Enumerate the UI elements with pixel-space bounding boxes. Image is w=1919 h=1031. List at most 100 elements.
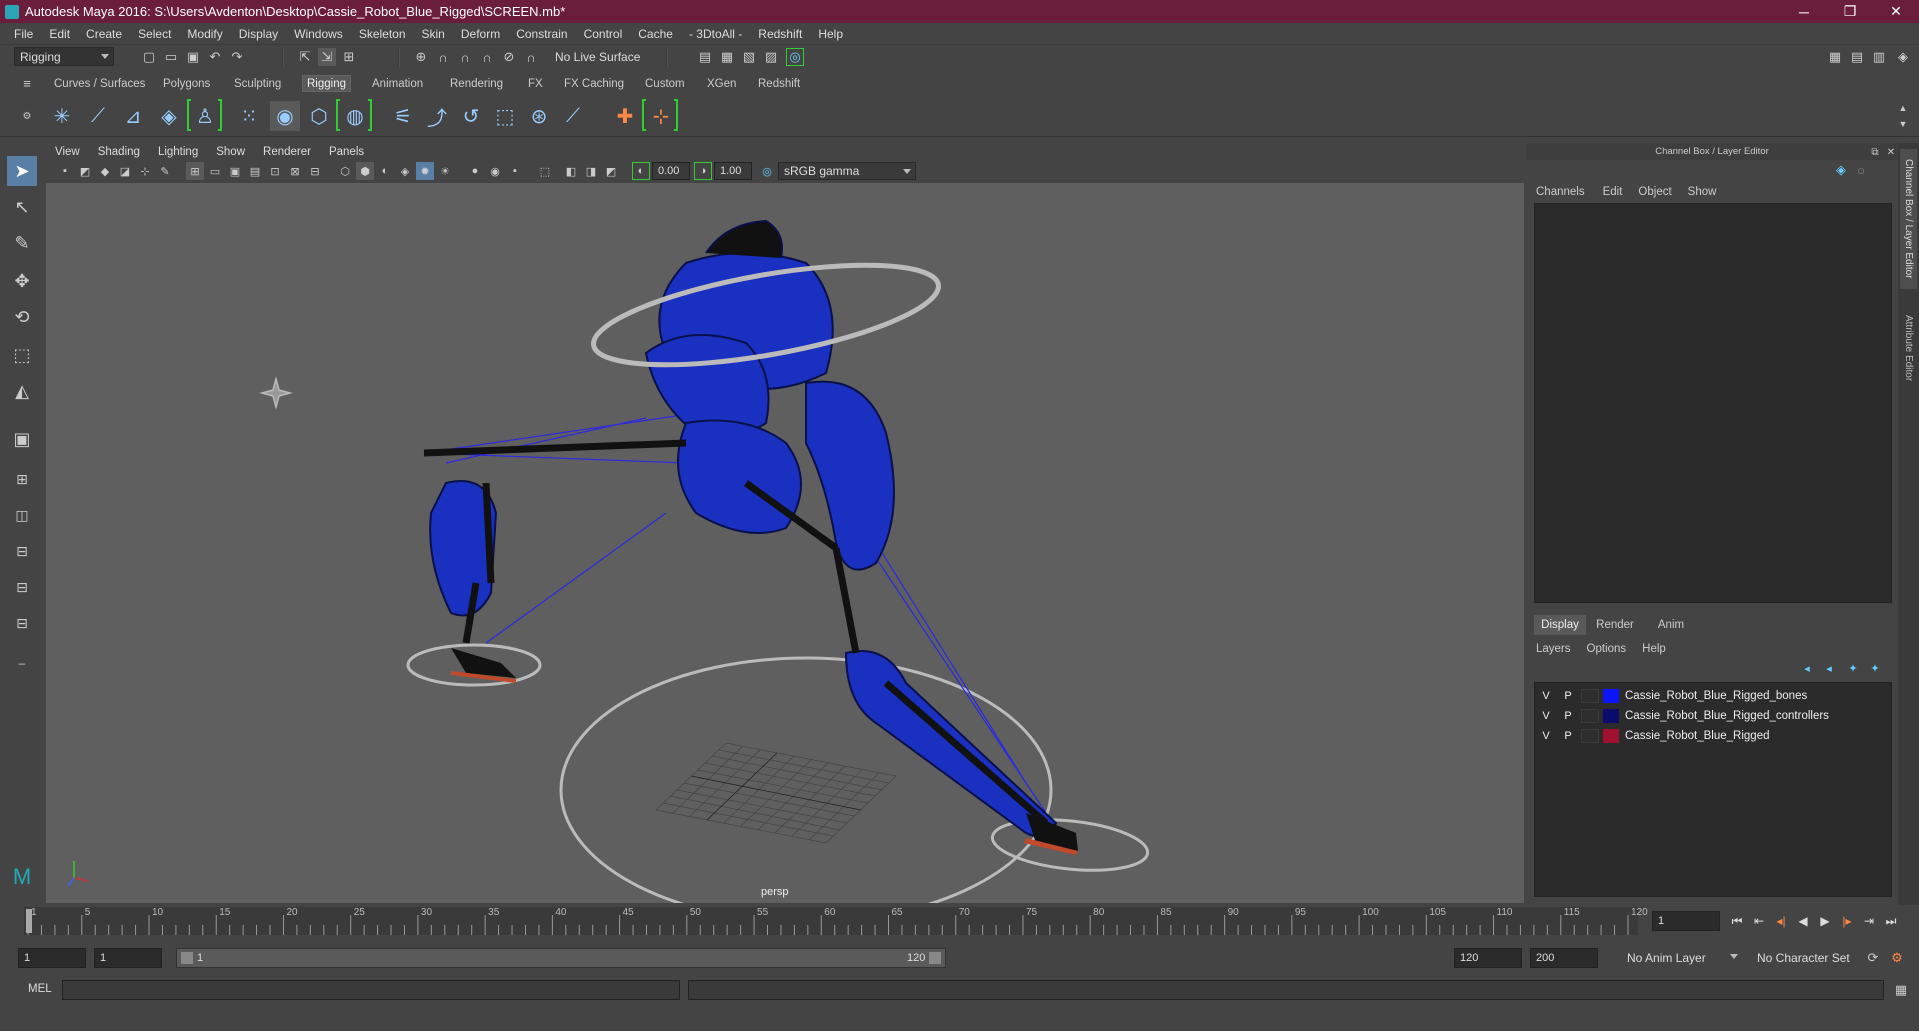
point-constraint-icon[interactable]: ⤴ — [422, 101, 452, 131]
vp-menu-panels[interactable]: Panels — [320, 146, 373, 158]
safe-title-icon[interactable]: ⊟ — [306, 162, 324, 180]
locator-icon[interactable]: ✚ — [610, 101, 640, 131]
menu-skin[interactable]: Skin — [414, 27, 453, 41]
motion-blur-icon[interactable]: ◉ — [486, 162, 504, 180]
open-scene-icon[interactable]: ▭ — [162, 48, 180, 66]
gate-mask-icon[interactable]: ▤ — [246, 162, 264, 180]
orient-constraint-icon[interactable]: ↺ — [456, 101, 486, 131]
shelf-tab-fx-caching[interactable]: FX Caching — [560, 75, 628, 92]
layer-color-swatch[interactable] — [1603, 709, 1619, 723]
maximize-button[interactable]: ❐ — [1827, 0, 1873, 23]
single-pane-icon[interactable]: ▣ — [7, 424, 37, 454]
color-space-dropdown[interactable]: sRGB gamma — [778, 162, 916, 180]
menu-display[interactable]: Display — [231, 27, 286, 41]
preferences-icon[interactable]: ⚙ — [1888, 949, 1906, 967]
snap-view-icon[interactable]: ∩ — [478, 48, 496, 66]
auto-key-icon[interactable]: ⟳ — [1864, 949, 1882, 967]
menu-create[interactable]: Create — [78, 27, 130, 41]
perspective-viewport[interactable]: persp — [46, 183, 1524, 903]
menu-cache[interactable]: Cache — [630, 27, 681, 41]
two-pane-icon[interactable]: ◫ — [7, 500, 37, 530]
menu-3dtoall[interactable]: - 3DtoAll - — [681, 27, 750, 41]
layer-tab-render[interactable]: Render — [1588, 615, 1642, 635]
side-tab-attribute-editor[interactable]: Attribute Editor — [1900, 303, 1917, 393]
layer-visibility-toggle[interactable]: V — [1535, 690, 1557, 702]
select-object-icon[interactable]: ⇲ — [318, 48, 336, 66]
use-all-lights-icon[interactable]: ✹ — [416, 162, 434, 180]
channel-box-sync-icon[interactable]: ○ — [1852, 161, 1870, 179]
shelf-tab-redshift[interactable]: Redshift — [754, 75, 804, 92]
layer-color-swatch[interactable] — [1603, 689, 1619, 703]
vp-menu-lighting[interactable]: Lighting — [149, 146, 207, 158]
play-forward-icon[interactable]: ▶ — [1816, 912, 1834, 930]
safe-action-icon[interactable]: ⊠ — [286, 162, 304, 180]
layer-playback-toggle[interactable]: P — [1557, 730, 1579, 742]
scale-tool-icon[interactable]: ⬚ — [7, 340, 37, 370]
vp-menu-renderer[interactable]: Renderer — [254, 146, 320, 158]
render-frame-icon[interactable]: ▦ — [718, 48, 736, 66]
grid-icon[interactable]: ⊞ — [186, 162, 204, 180]
menu-windows[interactable]: Windows — [286, 27, 351, 41]
step-back-frame-icon[interactable]: ◂| — [1772, 912, 1790, 930]
shelf-tab-rigging[interactable]: Rigging — [302, 75, 351, 92]
layer-playback-toggle[interactable]: P — [1557, 690, 1579, 702]
select-component-icon[interactable]: ⊞ — [340, 48, 358, 66]
menu-deform[interactable]: Deform — [453, 27, 508, 41]
layer-playback-toggle[interactable]: P — [1557, 710, 1579, 722]
insert-joint-icon[interactable]: ◈ — [154, 101, 184, 131]
pole-vector-icon[interactable]: ⟋ — [558, 101, 588, 131]
isolate-select-icon[interactable]: ⬚ — [536, 162, 554, 180]
smooth-bind-icon[interactable]: ◉ — [270, 101, 300, 131]
shadows-icon[interactable]: ☀ — [436, 162, 454, 180]
attribute-editor-toggle-icon[interactable]: ▤ — [1848, 48, 1866, 66]
anim-layer-dropdown[interactable]: No Anim Layer — [1622, 948, 1742, 968]
close-button[interactable]: ✕ — [1873, 0, 1919, 23]
shelf-tab-sculpting[interactable]: Sculpting — [230, 75, 285, 92]
screen-space-ao-icon[interactable]: ● — [466, 162, 484, 180]
vp-menu-show[interactable]: Show — [207, 146, 254, 158]
save-scene-icon[interactable]: ▣ — [184, 48, 202, 66]
menu-file[interactable]: File — [6, 27, 41, 41]
side-tab-channel-box[interactable]: Channel Box / Layer Editor — [1900, 149, 1917, 289]
wireframe-icon[interactable]: ⬡ — [336, 162, 354, 180]
play-backward-icon[interactable]: ◀ — [1794, 912, 1812, 930]
bind-skin-icon[interactable]: ⁙ — [234, 101, 264, 131]
layer-display-type[interactable] — [1581, 689, 1599, 703]
select-tool-icon[interactable]: ➤ — [7, 156, 37, 186]
shelf-tab-fx[interactable]: FX — [524, 75, 547, 92]
menu-select[interactable]: Select — [130, 27, 179, 41]
undo-icon[interactable]: ↶ — [206, 48, 224, 66]
menu-modify[interactable]: Modify — [179, 27, 230, 41]
animation-start-field[interactable]: 1 — [18, 948, 86, 968]
skeleton-icon[interactable]: ♙ — [190, 101, 220, 131]
layer-menu-help[interactable]: Help — [1632, 643, 1676, 655]
channel-box-toggle-icon[interactable]: ◈ — [1894, 48, 1912, 66]
vp-menu-shading[interactable]: Shading — [89, 146, 149, 158]
rotate-tool-icon[interactable]: ⟲ — [7, 302, 37, 332]
move-layer-up-icon[interactable]: ◂ — [1798, 659, 1816, 677]
directional-light-icon[interactable] — [259, 376, 293, 410]
layer-row[interactable]: V P Cassie_Robot_Blue_Rigged — [1535, 726, 1891, 746]
select-hierarchy-icon[interactable]: ⇱ — [296, 48, 314, 66]
minimize-button[interactable]: ─ — [1781, 0, 1827, 23]
graph-layout-icon[interactable]: ⊟ — [7, 572, 37, 602]
layer-row[interactable]: V P Cassie_Robot_Blue_Rigged_controllers — [1535, 706, 1891, 726]
show-manipulator-icon[interactable]: ◭ — [7, 376, 37, 406]
shelf-tab-curves-surfaces[interactable]: Curves / Surfaces — [50, 75, 149, 92]
layer-visibility-toggle[interactable]: V — [1535, 730, 1557, 742]
exposure-field[interactable]: 0.00 — [652, 162, 690, 180]
gamma-field[interactable]: 1.00 — [714, 162, 752, 180]
xray-joints-icon[interactable]: ◨ — [582, 162, 600, 180]
select-camera-icon[interactable]: ▪ — [56, 162, 74, 180]
shelf-tab-animation[interactable]: Animation — [368, 75, 427, 92]
step-forward-key-icon[interactable]: ⇥ — [1860, 912, 1878, 930]
aim-constraint-icon[interactable]: ⊛ — [524, 101, 554, 131]
cb-menu-channels[interactable]: Channels — [1526, 186, 1595, 198]
move-tool-icon[interactable]: ✥ — [7, 266, 37, 296]
menu-edit[interactable]: Edit — [41, 27, 78, 41]
joint-tool-icon[interactable]: ✳ — [47, 101, 77, 131]
animation-end-field[interactable]: 200 — [1530, 948, 1598, 968]
paint-select-icon[interactable]: ✎ — [7, 228, 37, 258]
film-gate-icon[interactable]: ▭ — [206, 162, 224, 180]
cb-menu-edit[interactable]: Edit — [1595, 186, 1631, 198]
